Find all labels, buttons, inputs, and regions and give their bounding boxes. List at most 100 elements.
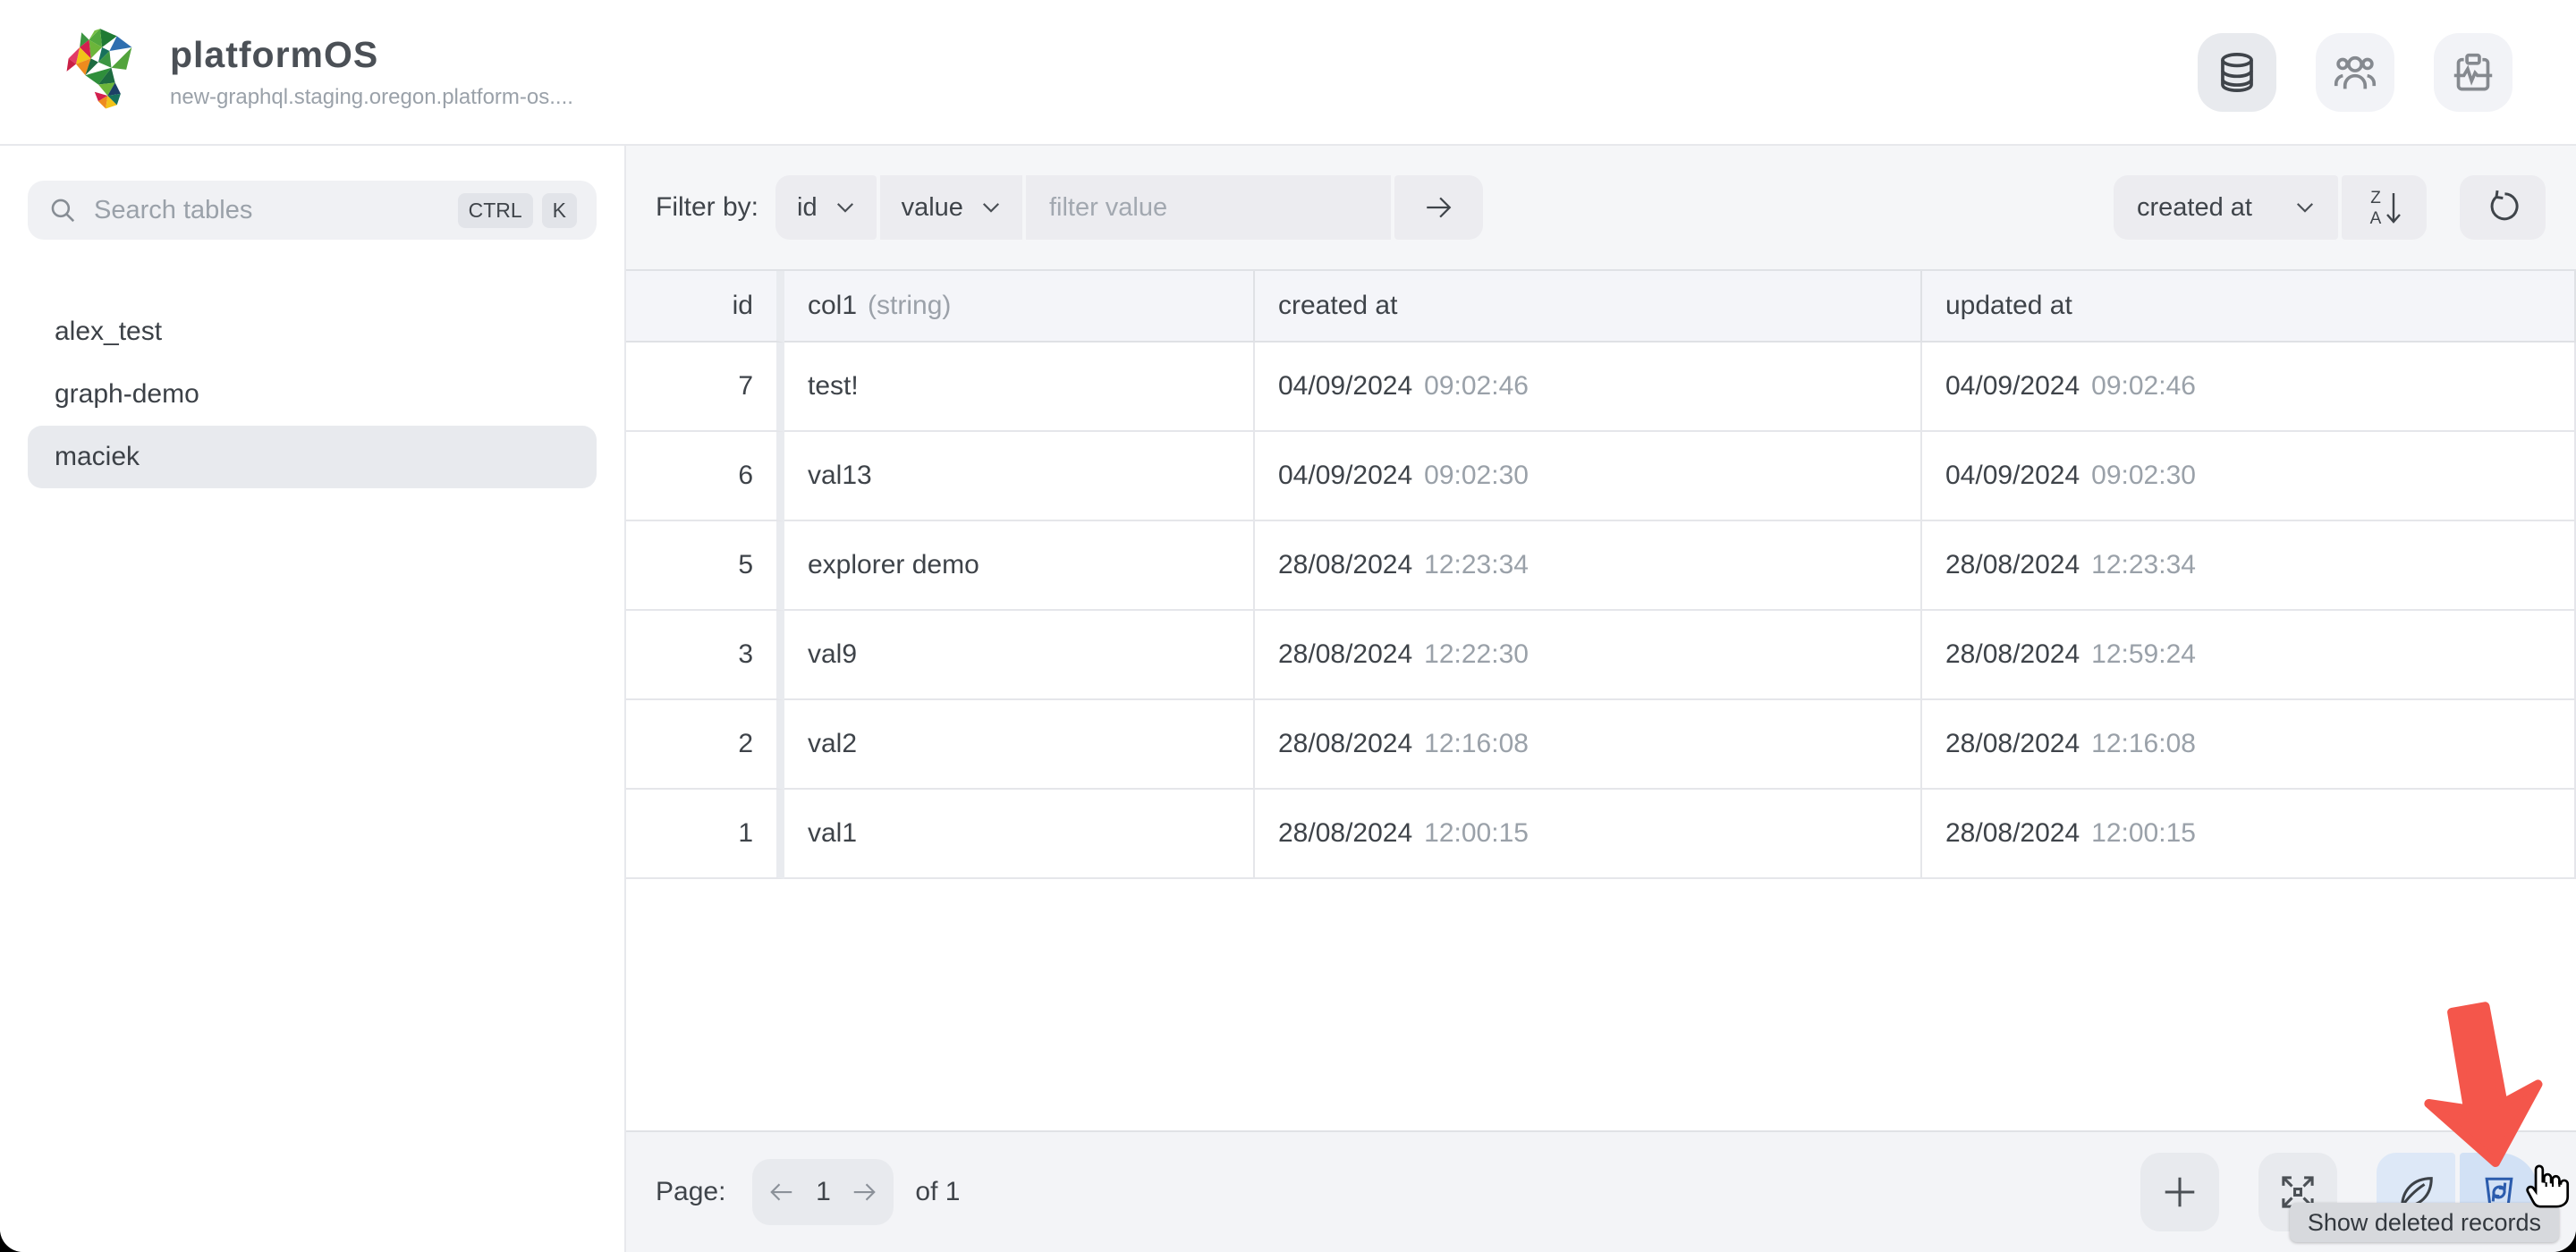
cell-created-at[interactable]: 04/09/2024 09:02:46 — [1255, 343, 1922, 432]
time-value: 12:16:08 — [2091, 729, 2196, 759]
time-value: 12:00:15 — [2091, 818, 2196, 849]
cell-updated-at[interactable]: 04/09/2024 09:02:46 — [1922, 343, 2576, 432]
cell-col1[interactable]: test! — [784, 343, 1255, 432]
date-value: 28/08/2024 — [1278, 639, 1412, 670]
cell-updated-at[interactable]: 28/08/2024 12:00:15 — [1922, 790, 2576, 879]
users-nav-button[interactable] — [2316, 33, 2394, 112]
filter-column-select[interactable]: id — [775, 175, 877, 240]
time-value: 09:02:46 — [2091, 371, 2196, 402]
sort-controls: created at Z A — [2114, 175, 2546, 240]
activity-log-nav-button[interactable] — [2434, 33, 2512, 112]
sort-descending-icon: Z A — [2363, 186, 2406, 229]
table-search-box[interactable]: CTRL K — [28, 181, 597, 240]
date-value: 28/08/2024 — [1278, 550, 1412, 580]
cell-created-at[interactable]: 28/08/2024 12:00:15 — [1255, 790, 1922, 879]
users-icon — [2332, 49, 2378, 96]
cell-col1[interactable]: val13 — [784, 432, 1255, 521]
apply-filter-button[interactable] — [1394, 175, 1483, 240]
time-value: 12:00:15 — [1424, 818, 1529, 849]
cell-col1[interactable]: val9 — [784, 611, 1255, 700]
cell-created-at[interactable]: 28/08/2024 12:22:30 — [1255, 611, 1922, 700]
cell-created-at[interactable]: 04/09/2024 09:02:30 — [1255, 432, 1922, 521]
date-value: 28/08/2024 — [1278, 818, 1412, 849]
cell-id[interactable]: 2 — [626, 700, 784, 790]
sidebar-table-item[interactable]: alex_test — [28, 300, 597, 363]
cell-col1[interactable]: explorer demo — [784, 521, 1255, 611]
chevron-down-icon — [981, 201, 1001, 214]
column-header-created-at[interactable]: created at — [1255, 271, 1922, 343]
footer-bar: Page: 1 of — [626, 1130, 2576, 1252]
svg-text:Z: Z — [2370, 189, 2381, 207]
cell-updated-at[interactable]: 04/09/2024 09:02:30 — [1922, 432, 2576, 521]
column-header-updated-at[interactable]: updated at — [1922, 271, 2576, 343]
shortcut-ctrl-key: CTRL — [458, 193, 533, 228]
chevron-down-icon — [835, 201, 855, 214]
cell-updated-at[interactable]: 28/08/2024 12:59:24 — [1922, 611, 2576, 700]
main-panel: Filter by: id value — [626, 146, 2576, 1252]
search-icon — [47, 195, 78, 225]
column-header-col1[interactable]: col1 (string) — [784, 271, 1255, 343]
filter-value-input[interactable] — [1026, 175, 1391, 240]
time-value: 12:16:08 — [1424, 729, 1529, 759]
cell-col1[interactable]: val2 — [784, 700, 1255, 790]
column-header-id[interactable]: id — [626, 271, 784, 343]
table-list: alex_test graph-demo maciek — [0, 300, 624, 488]
next-page-button[interactable] — [851, 1180, 877, 1204]
previous-page-button[interactable] — [768, 1180, 795, 1204]
pagination-control: 1 — [752, 1159, 894, 1225]
sort-field-select[interactable]: created at — [2114, 175, 2338, 240]
database-icon — [2214, 49, 2260, 96]
date-value: 28/08/2024 — [1945, 550, 2080, 580]
date-value: 04/09/2024 — [1278, 461, 1412, 491]
filter-controls: id value — [775, 175, 1483, 240]
sidebar-table-label: alex_test — [55, 317, 162, 347]
filter-column-value: id — [797, 193, 818, 223]
filter-bar: Filter by: id value — [626, 146, 2576, 271]
sidebar: CTRL K alex_test graph-demo maci — [0, 146, 626, 1252]
sort-direction-button[interactable]: Z A — [2342, 175, 2427, 240]
cell-id[interactable]: 3 — [626, 611, 784, 700]
sidebar-table-label: maciek — [55, 442, 140, 472]
date-value: 28/08/2024 — [1945, 639, 2080, 670]
shortcut-k-key: K — [542, 193, 577, 228]
cell-id[interactable]: 7 — [626, 343, 784, 432]
filter-operator-select[interactable]: value — [880, 175, 1022, 240]
cell-created-at[interactable]: 28/08/2024 12:16:08 — [1255, 700, 1922, 790]
app-window: platformOS new-graphql.staging.oregon.pl… — [0, 0, 2576, 1252]
date-value: 28/08/2024 — [1945, 818, 2080, 849]
brand-name: platformOS — [170, 34, 573, 76]
app-body: CTRL K alex_test graph-demo maci — [0, 146, 2576, 1252]
time-value: 09:02:46 — [1424, 371, 1529, 402]
time-value: 12:23:34 — [2091, 550, 2196, 580]
search-input[interactable] — [94, 196, 449, 225]
chevron-down-icon — [2295, 201, 2315, 214]
cell-updated-at[interactable]: 28/08/2024 12:16:08 — [1922, 700, 2576, 790]
date-value: 04/09/2024 — [1278, 371, 1412, 402]
brand-block: platformOS new-graphql.staging.oregon.pl… — [170, 34, 573, 110]
sidebar-table-item[interactable]: maciek — [28, 426, 597, 488]
column-label: col1 — [808, 291, 857, 321]
refresh-button[interactable] — [2460, 175, 2546, 240]
cell-updated-at[interactable]: 28/08/2024 12:23:34 — [1922, 521, 2576, 611]
cell-created-at[interactable]: 28/08/2024 12:23:34 — [1255, 521, 1922, 611]
arrow-right-icon — [851, 1180, 877, 1204]
time-value: 12:23:34 — [1424, 550, 1529, 580]
refresh-icon — [2484, 189, 2521, 226]
total-pages-label: of 1 — [915, 1177, 960, 1207]
add-record-button[interactable] — [2140, 1153, 2219, 1231]
cell-id[interactable]: 6 — [626, 432, 784, 521]
database-nav-button[interactable] — [2198, 33, 2276, 112]
instance-url: new-graphql.staging.oregon.platform-os..… — [170, 85, 573, 110]
cell-id[interactable]: 5 — [626, 521, 784, 611]
screen: platformOS new-graphql.staging.oregon.pl… — [0, 0, 2576, 1252]
time-value: 09:02:30 — [1424, 461, 1529, 491]
date-value: 04/09/2024 — [1945, 371, 2080, 402]
cell-id[interactable]: 1 — [626, 790, 784, 879]
arrow-right-icon — [1420, 192, 1456, 223]
cell-col1[interactable]: val1 — [784, 790, 1255, 879]
records-table-area: id col1 (string) created at updated at 7… — [626, 271, 2576, 1130]
arrow-left-icon — [768, 1180, 795, 1204]
time-value: 12:22:30 — [1424, 639, 1529, 670]
filter-by-label: Filter by: — [656, 192, 758, 223]
sidebar-table-item[interactable]: graph-demo — [28, 363, 597, 426]
